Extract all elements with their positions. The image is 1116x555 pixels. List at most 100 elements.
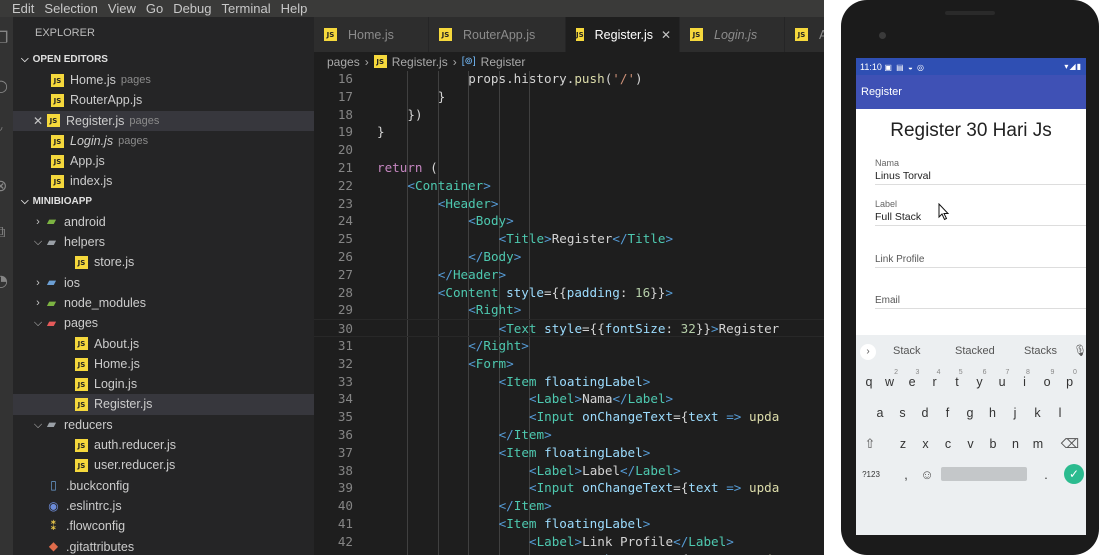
space-key[interactable] [941,467,1027,481]
mic-icon[interactable]: 🎙 [1073,344,1086,357]
tree-item[interactable]: ◆ .gitattributes [13,537,314,555]
code-line[interactable]: 20 [314,141,824,159]
tree-item[interactable]: ⌵ ▰ helpers [13,232,314,252]
code-line[interactable]: 19} [314,123,824,141]
key-w[interactable]: w2 [882,369,902,395]
menu-item-view[interactable]: View [108,0,136,17]
code-line[interactable]: 38 <Label>Label</Label> [314,462,824,480]
key-x[interactable]: x [916,431,936,457]
breadcrumb-folder[interactable]: pages [327,55,360,69]
code-line[interactable]: 42 <Label>Link Profile</Label> [314,533,824,551]
close-icon[interactable]: ✕ [661,28,671,42]
open-editor-item[interactable]: JS Login.js pages [13,131,314,151]
search-icon[interactable]: ○ [0,77,12,95]
nama-input[interactable]: Linus Torval [875,169,1086,183]
tree-item[interactable]: JS About.js [13,334,314,354]
email-field[interactable]: Email [875,295,1086,309]
code-line[interactable]: 33 <Item floatingLabel> [314,373,824,391]
key-b[interactable]: b [983,431,1003,457]
tree-item[interactable]: JS Login.js [13,374,314,394]
emoji-icon[interactable]: ☺ [917,462,937,488]
open-editors-header[interactable]: ⌵ OPEN EDITORS [13,50,314,70]
backspace-icon[interactable]: ⌫ [1060,431,1080,457]
code-line[interactable]: 26 </Body> [314,248,824,266]
key-g[interactable]: g [960,400,980,426]
breadcrumb-symbol[interactable]: Register [481,55,526,69]
code-line[interactable]: 23 <Header> [314,195,824,213]
key-p[interactable]: p0 [1062,369,1082,395]
code-line[interactable]: 35 <Input onChangeText={text => upda [314,408,824,426]
tree-item[interactable]: ⌵ ▰ reducers [13,415,314,435]
key-f[interactable]: f [938,400,958,426]
tab-home-js[interactable]: JS Home.js [314,17,429,52]
tree-item[interactable]: JS Home.js [13,354,314,374]
key-c[interactable]: c [938,431,958,457]
code-line[interactable]: 32 <Form> [314,355,824,373]
code-line[interactable]: 41 <Item floatingLabel> [314,515,824,533]
key-i[interactable]: i8 [1017,369,1037,395]
code-line[interactable]: 29 <Right> [314,301,824,319]
open-editor-item[interactable]: ✕ JS Register.js pages [13,110,314,131]
key-n[interactable]: n [1006,431,1026,457]
key-v[interactable]: v [961,431,981,457]
tree-item[interactable]: JS Register.js [13,394,314,415]
nama-field[interactable]: Nama Linus Torval [875,158,1086,185]
key-e[interactable]: e3 [904,369,924,395]
code-line[interactable]: 40 </Item> [314,497,824,515]
menu-item-debug[interactable]: Debug [173,0,211,17]
code-line[interactable]: 30 <Text style={{fontSize: 32}}>Register [314,319,824,337]
menu-item-selection[interactable]: Selection [44,0,97,17]
breadcrumb-file[interactable]: Register.js [392,55,448,69]
tree-item[interactable]: › ▰ node_modules [13,293,314,313]
key-u[interactable]: u7 [994,369,1014,395]
suggestion-1[interactable]: Stack [893,345,921,357]
tree-item[interactable]: › ▰ android [13,212,314,232]
remote-icon[interactable]: ◔ [0,272,12,290]
key-o[interactable]: o9 [1039,369,1059,395]
tree-item[interactable]: › ▰ ios [13,273,314,293]
code-line[interactable]: 39 <Input onChangeText={text => upda [314,479,824,497]
key-j[interactable]: j [1005,400,1025,426]
tree-item[interactable]: ⁑ .flowconfig [13,516,314,536]
tree-item[interactable]: JS user.reducer.js [13,455,314,475]
open-editor-item[interactable]: JS index.js [13,171,314,191]
open-editor-item[interactable]: JS Home.js pages [13,70,314,90]
menu-item-help[interactable]: Help [281,0,308,17]
code-line[interactable]: 17} [314,88,824,106]
shift-icon[interactable]: ⇧ [860,431,880,457]
key-y[interactable]: y6 [972,369,992,395]
tree-item[interactable]: JS store.js [13,252,314,272]
key-l[interactable]: l [1050,400,1070,426]
code-line[interactable]: 31 </Right> [314,337,824,355]
menu-item-edit[interactable]: Edit [12,0,34,17]
key-s[interactable]: s [893,400,913,426]
period-key[interactable]: . [1036,462,1056,488]
key-r[interactable]: r4 [927,369,947,395]
code-line[interactable]: 16 props.history.push('/') [314,71,824,88]
key-t[interactable]: t5 [949,369,969,395]
tab-ap[interactable]: JSAp [785,17,824,52]
code-line[interactable]: 28 <Content style={{padding: 16}}> [314,284,824,302]
code-editor[interactable]: 16 props.history.push('/') 17} 18}) 19} 20 21 r… [314,71,824,555]
key-q[interactable]: q [859,369,879,395]
enter-check-icon[interactable]: ✓ [1064,464,1084,484]
key-h[interactable]: h [983,400,1003,426]
suggestion-3[interactable]: Stacks [1024,345,1057,357]
comma-key[interactable]: , [896,462,916,488]
debug-icon[interactable]: ⊗ [0,177,12,195]
tree-item[interactable]: ◉ .eslintrc.js [13,496,314,516]
label-input[interactable]: Full Stack [875,210,1086,224]
close-icon[interactable]: ✕ [33,111,45,131]
tab-routerapp-js[interactable]: JS RouterApp.js [429,17,566,52]
open-editor-item[interactable]: JS App.js [13,151,314,171]
tree-item[interactable]: ⌵ ▰ pages [13,313,314,333]
open-editor-item[interactable]: JS RouterApp.js [13,90,314,110]
code-line[interactable]: 36 </Item> [314,426,824,444]
tree-item[interactable]: ▯ .buckconfig [13,476,314,496]
menu-item-go[interactable]: Go [146,0,163,17]
key-d[interactable]: d [915,400,935,426]
tab-register-js[interactable]: JS Register.js ✕ [566,17,680,52]
label-field[interactable]: Label Full Stack [875,199,1086,226]
link-profile-field[interactable]: Link Profile [875,254,1086,268]
suggestion-2[interactable]: Stacked [955,345,995,357]
